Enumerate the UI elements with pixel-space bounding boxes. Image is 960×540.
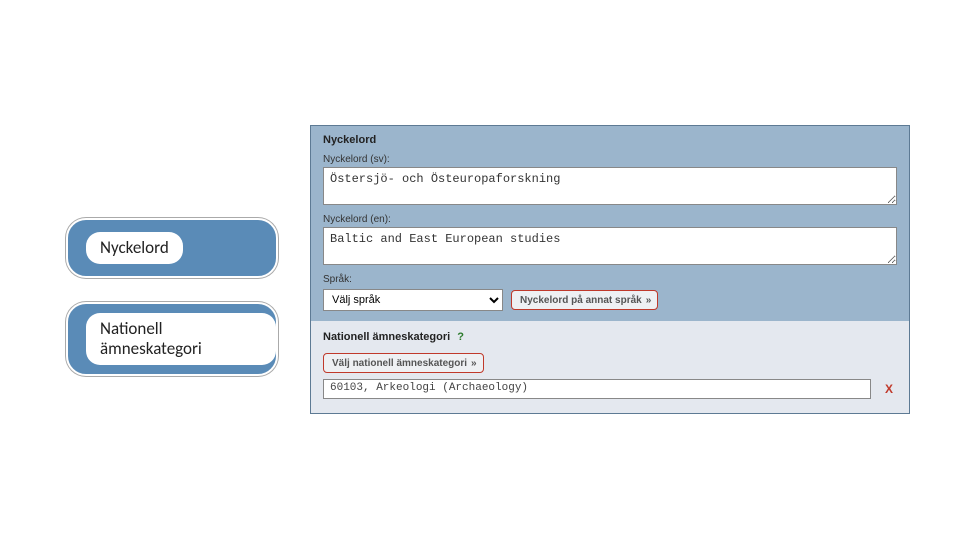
language-label: Språk: [323,274,897,285]
keywords-other-lang-button[interactable]: Nyckelord på annat språk » [511,290,658,310]
category-section: Nationell ämneskategori ? Välj nationell… [311,321,909,413]
keywords-en-input[interactable] [323,227,897,265]
button-label: Välj nationell ämneskategori [332,358,467,369]
sidebar-pill-label: Nationell ämneskategori [86,313,276,364]
sidebar-pill-category: Nationell ämneskategori [66,302,278,376]
keywords-sv-input[interactable] [323,167,897,205]
category-title: Nationell ämneskategori ? [323,331,897,343]
language-select[interactable]: Välj språk [323,289,503,311]
keywords-en-label: Nyckelord (en): [323,214,897,225]
button-label: Nyckelord på annat språk [520,295,642,306]
keywords-title: Nyckelord [323,134,897,146]
sidebar-pill-label: Nyckelord [86,232,183,264]
sidebar-pill-keywords: Nyckelord [66,218,278,278]
choose-category-button[interactable]: Välj nationell ämneskategori » [323,353,484,373]
category-title-text: Nationell ämneskategori [323,331,450,343]
keywords-section: Nyckelord Nyckelord (sv): Nyckelord (en)… [311,126,909,321]
form-panel: Nyckelord Nyckelord (sv): Nyckelord (en)… [310,125,910,414]
chevron-right-icon: » [471,358,475,369]
keywords-sv-label: Nyckelord (sv): [323,154,897,165]
selected-category-field[interactable]: 60103, Arkeologi (Archaeology) [323,379,871,399]
remove-category-button[interactable]: X [881,382,897,396]
help-icon[interactable]: ? [457,331,464,343]
chevron-right-icon: » [646,295,650,306]
